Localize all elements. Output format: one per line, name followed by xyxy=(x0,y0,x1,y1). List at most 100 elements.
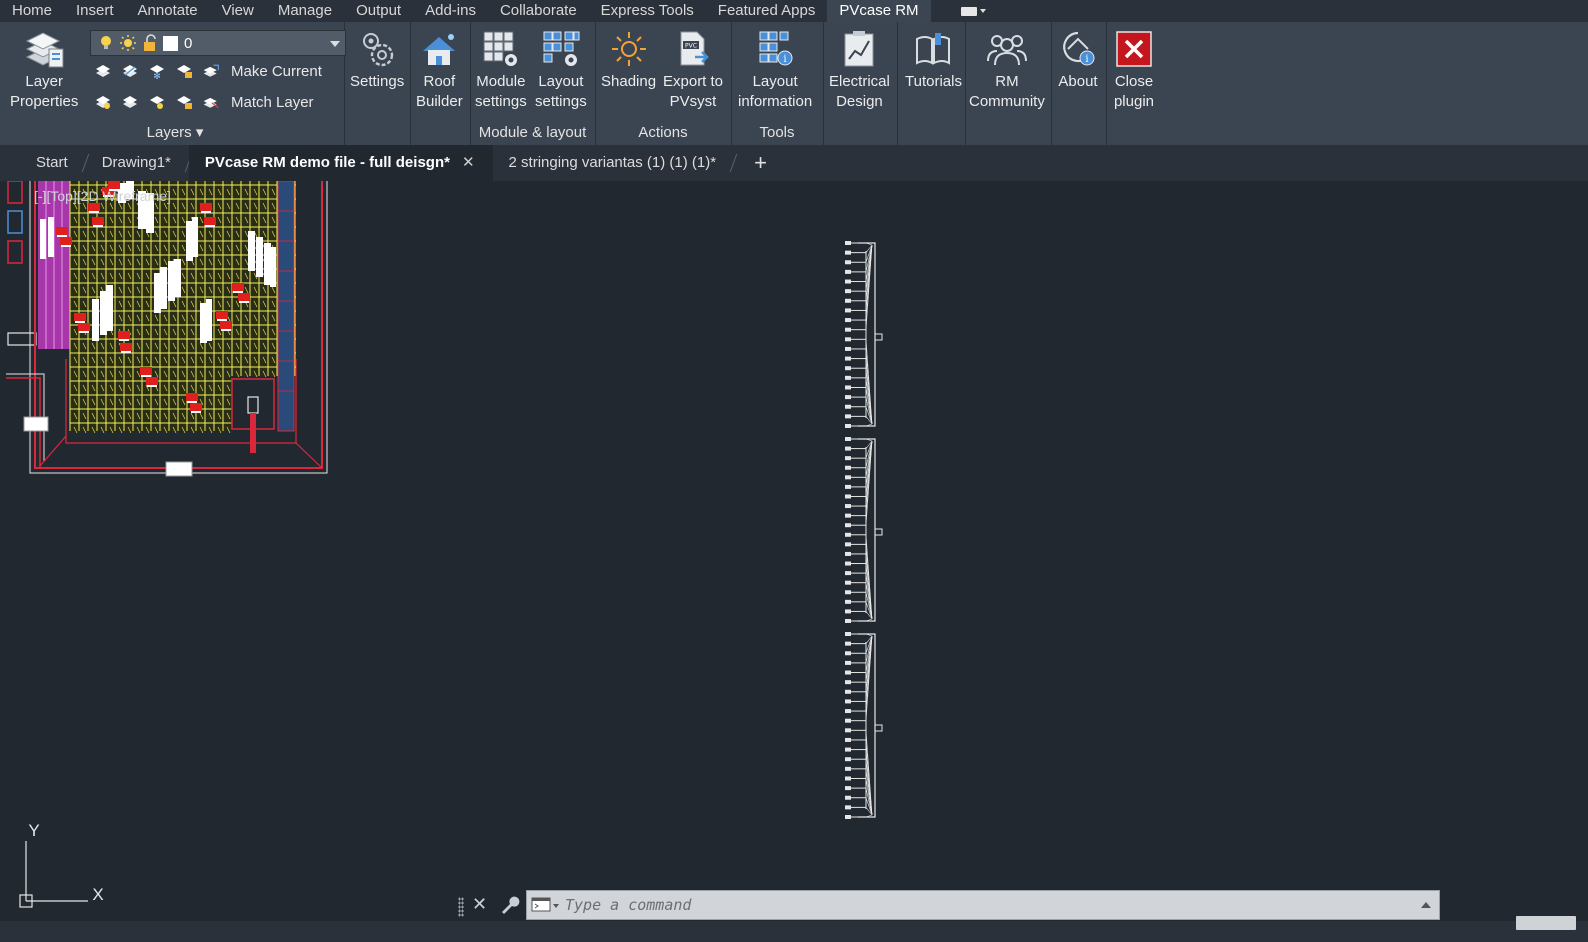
layer-dropdown[interactable]: 0 xyxy=(90,30,346,56)
electrical-design-button[interactable]: Electrical Design xyxy=(829,26,890,112)
layer-properties-label: Layer Properties xyxy=(10,73,79,110)
inverter-strip xyxy=(277,180,295,432)
ucs-y-label: Y xyxy=(28,821,39,840)
doc-tab-drawing1[interactable]: Drawing1* xyxy=(86,145,193,181)
tutorials-label: Tutorials xyxy=(905,73,962,90)
module-settings-button[interactable]: Module settings xyxy=(475,26,527,112)
ribbon-state-toggle-button[interactable] xyxy=(960,3,991,19)
layer-lock-icon[interactable] xyxy=(175,62,193,80)
shading-label: Shading xyxy=(601,73,657,90)
actions-panel: Shading PVC Export to PVsyst Actions xyxy=(595,22,732,145)
tab-add-ins[interactable]: Add-ins xyxy=(413,0,488,22)
layout-information-button[interactable]: i Layout information xyxy=(738,26,812,112)
layer-thaw-icon[interactable] xyxy=(148,93,166,111)
export-pvsyst-button[interactable]: PVC Export to PVsyst xyxy=(663,26,723,112)
tab-annotate[interactable]: Annotate xyxy=(126,0,210,22)
command-input[interactable] xyxy=(563,891,1421,919)
settings-panel: Settings xyxy=(344,22,411,145)
ucs-icon xyxy=(19,841,88,908)
status-bar xyxy=(0,921,1588,942)
command-history-up-icon[interactable] xyxy=(1421,902,1431,908)
settings-button[interactable]: Settings xyxy=(350,26,404,92)
viewport-label[interactable]: [-][Top][2D Wireframe] xyxy=(34,188,171,204)
tutorials-panel: Tutorials xyxy=(897,22,966,145)
close-icon xyxy=(1111,26,1157,72)
close-icon[interactable]: ✕ xyxy=(472,894,487,915)
people-group-icon xyxy=(984,26,1030,72)
tab-manage[interactable]: Manage xyxy=(266,0,344,22)
export-file-icon: PVC xyxy=(670,26,716,72)
settings-label: Settings xyxy=(350,73,405,90)
layer-tools-row-1: ✻ Make Current xyxy=(94,62,322,80)
drawing-canvas[interactable]: [-][Top][2D Wireframe] Y X xyxy=(0,180,1588,921)
layer-properties-button[interactable]: Layer Properties xyxy=(10,26,78,112)
doc-tab-label: Drawing1* xyxy=(101,154,171,171)
layer-color-swatch xyxy=(163,35,178,51)
command-line-grip[interactable] xyxy=(458,897,464,917)
house-icon xyxy=(416,26,462,72)
make-current-icon xyxy=(203,64,219,77)
tools-panel-title: Tools xyxy=(759,124,795,141)
layer-on-icon[interactable] xyxy=(94,93,112,111)
doc-tab-start[interactable]: Start xyxy=(20,145,89,181)
tab-collaborate[interactable]: Collaborate xyxy=(488,0,589,22)
sun-icon xyxy=(120,35,136,51)
tab-pvcase-rm[interactable]: PVcase RM xyxy=(827,0,931,22)
shading-button[interactable]: Shading xyxy=(601,26,656,92)
tab-output[interactable]: Output xyxy=(344,0,413,22)
viewport-side-controls xyxy=(7,180,37,346)
current-layer-name: 0 xyxy=(184,34,193,52)
drawing-svg: [-][Top][2D Wireframe] Y X xyxy=(6,180,883,908)
module-layout-panel-title: Module & layout xyxy=(478,124,587,141)
layer-unisolate-icon[interactable] xyxy=(121,93,139,111)
ribbon: Layer Properties 0 ✻ Make Current Match … xyxy=(0,22,1588,145)
layout-settings-button[interactable]: Layout settings xyxy=(535,26,587,112)
gear-icon xyxy=(354,26,400,72)
command-prompt-icon[interactable] xyxy=(531,895,563,915)
layer-freeze-icon[interactable]: ✻ xyxy=(148,62,166,80)
doc-tab-stringing-variantas[interactable]: 2 stringing variantas (1) (1) (1)* xyxy=(493,145,738,181)
layout-settings-label: Layout settings xyxy=(535,73,587,110)
export-pvsyst-label: Export to PVsyst xyxy=(663,73,724,110)
new-tab-button[interactable]: + xyxy=(734,145,787,181)
ucs-x-label: X xyxy=(92,885,103,904)
layer-off-icon[interactable] xyxy=(94,62,112,80)
layers-panel-title[interactable]: Layers ▾ xyxy=(6,123,344,143)
svg-text:i: i xyxy=(783,54,786,65)
doc-tab-pvcase-demo[interactable]: PVcase RM demo file - full deisgn* ✕ xyxy=(188,145,493,181)
close-tab-icon[interactable]: ✕ xyxy=(462,154,475,171)
close-plugin-panel: Close plugin xyxy=(1106,22,1168,145)
layer-isolate-icon[interactable] xyxy=(121,62,139,80)
tutorials-button[interactable]: Tutorials xyxy=(905,26,962,92)
tab-view[interactable]: View xyxy=(210,0,266,22)
svg-text:PVC: PVC xyxy=(685,43,697,50)
make-current-button[interactable]: Make Current xyxy=(231,63,322,80)
tab-express-tools[interactable]: Express Tools xyxy=(589,0,706,22)
community-panel: RM Community xyxy=(965,22,1052,145)
tab-featured-apps[interactable]: Featured Apps xyxy=(706,0,828,22)
doc-tab-label: Start xyxy=(36,154,68,171)
wrench-icon[interactable] xyxy=(498,894,520,916)
tab-home[interactable]: Home xyxy=(0,0,64,22)
roof-builder-panel: Roof Builder xyxy=(410,22,471,145)
status-bar-button[interactable] xyxy=(1516,916,1576,930)
close-plugin-button[interactable]: Close plugin xyxy=(1111,26,1157,112)
tab-insert[interactable]: Insert xyxy=(64,0,126,22)
about-panel: i About xyxy=(1051,22,1107,145)
layer-unlock-icon[interactable] xyxy=(175,93,193,111)
layout-information-label: Layout information xyxy=(738,73,813,110)
layer-stack-icon xyxy=(21,26,67,72)
match-layer-button[interactable]: Match Layer xyxy=(231,94,314,111)
svg-text:✻: ✻ xyxy=(153,71,161,80)
command-line xyxy=(526,890,1440,920)
ribbon-tab-bar: Home Insert Annotate View Manage Output … xyxy=(0,0,1588,22)
rm-community-button[interactable]: RM Community xyxy=(969,26,1045,112)
unlock-icon xyxy=(144,34,156,51)
about-button[interactable]: i About xyxy=(1055,26,1101,92)
electrical-chart-icon xyxy=(836,26,882,72)
roof-builder-button[interactable]: Roof Builder xyxy=(416,26,463,112)
rm-community-label: RM Community xyxy=(969,73,1045,110)
string-wiring-diagram xyxy=(845,241,883,819)
module-settings-label: Module settings xyxy=(475,73,527,110)
ribbon-state-icon xyxy=(960,6,977,16)
